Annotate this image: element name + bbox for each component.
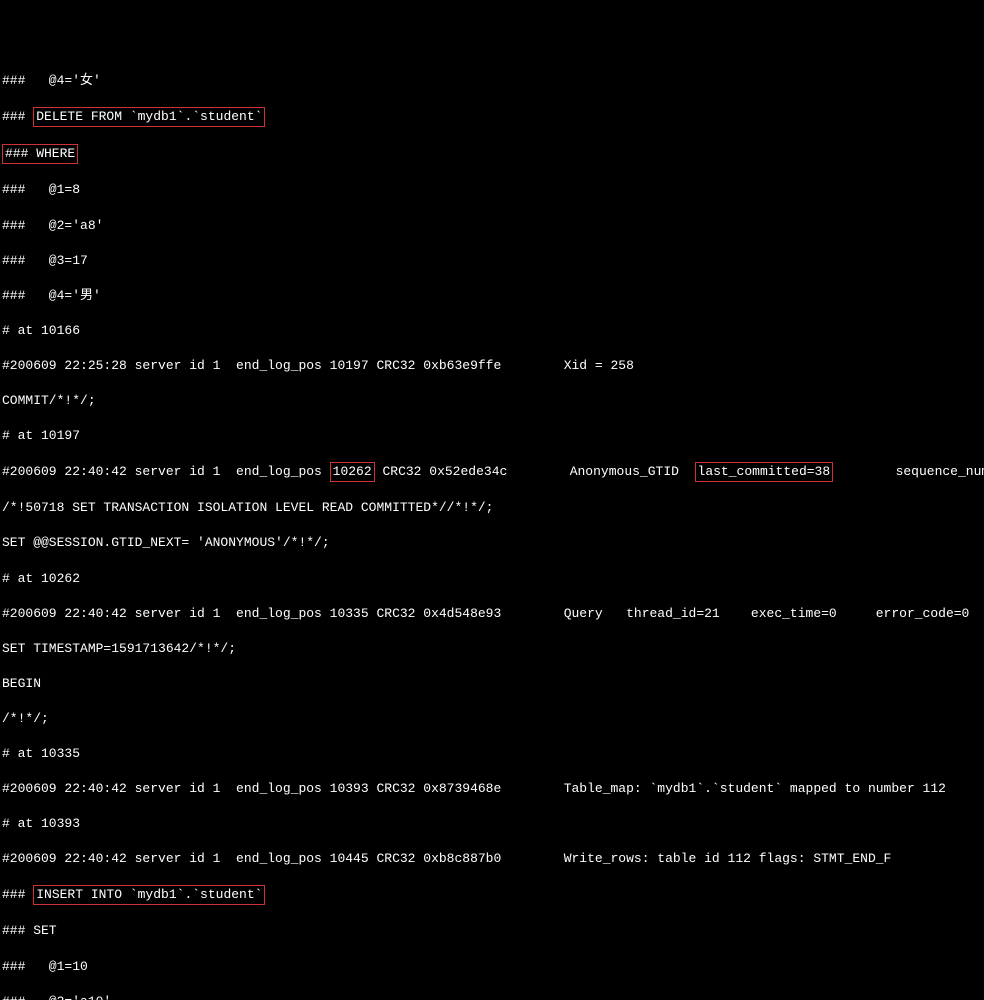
comment-prefix: ### <box>2 887 33 902</box>
log-line: # at 10166 <box>0 322 984 340</box>
log-line: # at 10262 <box>0 570 984 588</box>
log-line: COMMIT/*!*/; <box>0 392 984 410</box>
log-line: /*!50718 SET TRANSACTION ISOLATION LEVEL… <box>0 499 984 517</box>
log-line: ### SET <box>0 922 984 940</box>
highlight-last-committed: last_committed=38 <box>695 462 834 482</box>
log-line: # at 10197 <box>0 427 984 445</box>
log-line: #200609 22:40:42 server id 1 end_log_pos… <box>0 780 984 798</box>
log-line: # at 10335 <box>0 745 984 763</box>
highlight-delete-statement: DELETE FROM `mydb1`.`student` <box>33 107 265 127</box>
log-line: ### @1=8 <box>0 181 984 199</box>
log-line: ### @2='a10' <box>0 993 984 1000</box>
log-line: ### @4='男' <box>0 287 984 305</box>
highlight-insert-statement: INSERT INTO `mydb1`.`student` <box>33 885 265 905</box>
highlight-log-pos: 10262 <box>330 462 375 482</box>
log-line: SET TIMESTAMP=1591713642/*!*/; <box>0 640 984 658</box>
log-line: BEGIN <box>0 675 984 693</box>
log-line: ### WHERE <box>0 144 984 164</box>
log-line: #200609 22:40:42 server id 1 end_log_pos… <box>0 462 984 482</box>
log-text: CRC32 0x52ede34c Anonymous_GTID <box>375 464 695 479</box>
log-text: #200609 22:40:42 server id 1 end_log_pos <box>2 464 330 479</box>
comment-prefix: ### <box>2 109 33 124</box>
log-line: #200609 22:40:42 server id 1 end_log_pos… <box>0 850 984 868</box>
log-line: ### @3=17 <box>0 252 984 270</box>
log-line: #200609 22:25:28 server id 1 end_log_pos… <box>0 357 984 375</box>
log-line: ### @2='a8' <box>0 217 984 235</box>
highlight-where-clause: ### WHERE <box>2 144 78 164</box>
log-line: # at 10393 <box>0 815 984 833</box>
log-line: SET @@SESSION.GTID_NEXT= 'ANONYMOUS'/*!*… <box>0 534 984 552</box>
log-line: #200609 22:40:42 server id 1 end_log_pos… <box>0 605 984 623</box>
log-line: /*!*/; <box>0 710 984 728</box>
log-line: ### DELETE FROM `mydb1`.`student` <box>0 107 984 127</box>
log-text: sequence_number=39 <box>833 464 984 479</box>
log-line: ### @4='女' <box>0 72 984 90</box>
log-line: ### @1=10 <box>0 958 984 976</box>
log-line: ### INSERT INTO `mydb1`.`student` <box>0 885 984 905</box>
